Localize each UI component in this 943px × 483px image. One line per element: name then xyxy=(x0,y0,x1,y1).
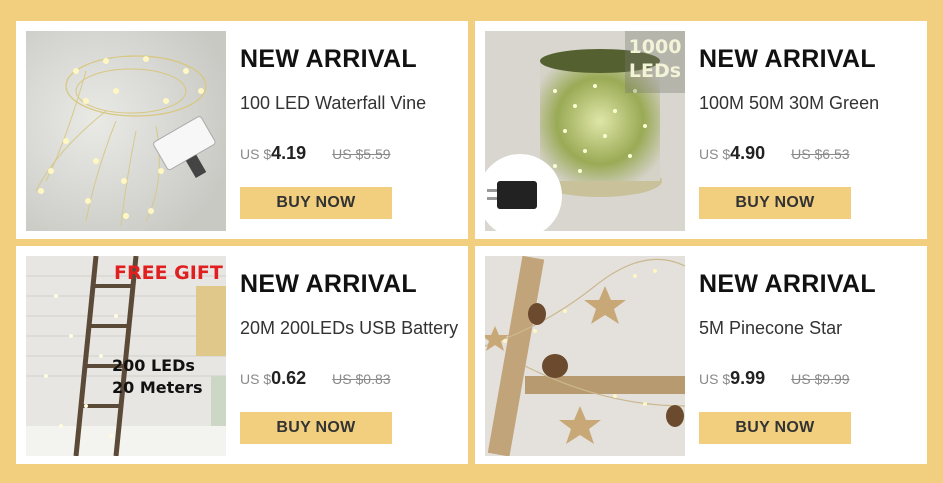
price-row: US $4.90 US $6.53 xyxy=(699,143,850,164)
buy-now-button[interactable]: BUY NOW xyxy=(240,412,392,444)
original-price: US $6.53 xyxy=(791,146,850,162)
free-gift-label: FREE GIFT xyxy=(114,262,223,284)
current-price: 0.62 xyxy=(271,368,307,388)
new-arrival-badge: NEW ARRIVAL xyxy=(699,270,876,298)
price-row: US $9.99 US $9.99 xyxy=(699,368,850,389)
product-card-4[interactable]: NEW ARRIVAL 5M Pinecone Star US $9.99 US … xyxy=(475,246,927,464)
product-card-1[interactable]: NEW ARRIVAL 100 LED Waterfall Vine US $4… xyxy=(16,21,468,239)
current-price: 4.19 xyxy=(271,143,307,163)
green-light-spool-image[interactable]: 1000 LEDs xyxy=(485,31,685,231)
product-name[interactable]: 20M 200LEDs USB Battery xyxy=(240,318,458,339)
currency-label: US $ xyxy=(699,146,731,162)
image-caption-length: 20 Meters xyxy=(112,378,203,397)
currency-label: US $ xyxy=(240,371,272,387)
original-price: US $9.99 xyxy=(791,371,850,387)
current-price: 4.90 xyxy=(730,143,766,163)
fairy-light-vine-image[interactable] xyxy=(26,31,226,231)
new-arrival-badge: NEW ARRIVAL xyxy=(699,45,876,73)
pinecone-star-garland-image[interactable] xyxy=(485,256,685,456)
currency-label: US $ xyxy=(240,146,272,162)
price-row: US $4.19 US $5.59 xyxy=(240,143,391,164)
product-card-3[interactable]: FREE GIFT 200 LEDs 20 Meters NEW ARRIVAL… xyxy=(16,246,468,464)
new-arrival-badge: NEW ARRIVAL xyxy=(240,45,417,73)
new-arrival-badge: NEW ARRIVAL xyxy=(240,270,417,298)
buy-now-button[interactable]: BUY NOW xyxy=(699,412,851,444)
product-name[interactable]: 5M Pinecone Star xyxy=(699,318,842,339)
product-card-2[interactable]: 1000 LEDs NEW ARRIVAL 100M 50M 30M Green… xyxy=(475,21,927,239)
ladder-lights-image[interactable]: FREE GIFT 200 LEDs 20 Meters xyxy=(26,256,226,456)
currency-label: US $ xyxy=(699,371,731,387)
image-caption-leds: 200 LEDs xyxy=(112,356,195,375)
image-caption-leds: 1000 LEDs xyxy=(628,36,682,82)
buy-now-button[interactable]: BUY NOW xyxy=(699,187,851,219)
original-price: US $0.83 xyxy=(332,371,391,387)
price-row: US $0.62 US $0.83 xyxy=(240,368,391,389)
buy-now-button[interactable]: BUY NOW xyxy=(240,187,392,219)
current-price: 9.99 xyxy=(730,368,766,388)
original-price: US $5.59 xyxy=(332,146,391,162)
product-name[interactable]: 100 LED Waterfall Vine xyxy=(240,93,426,114)
product-name[interactable]: 100M 50M 30M Green xyxy=(699,93,879,114)
product-grid: NEW ARRIVAL 100 LED Waterfall Vine US $4… xyxy=(0,0,943,483)
